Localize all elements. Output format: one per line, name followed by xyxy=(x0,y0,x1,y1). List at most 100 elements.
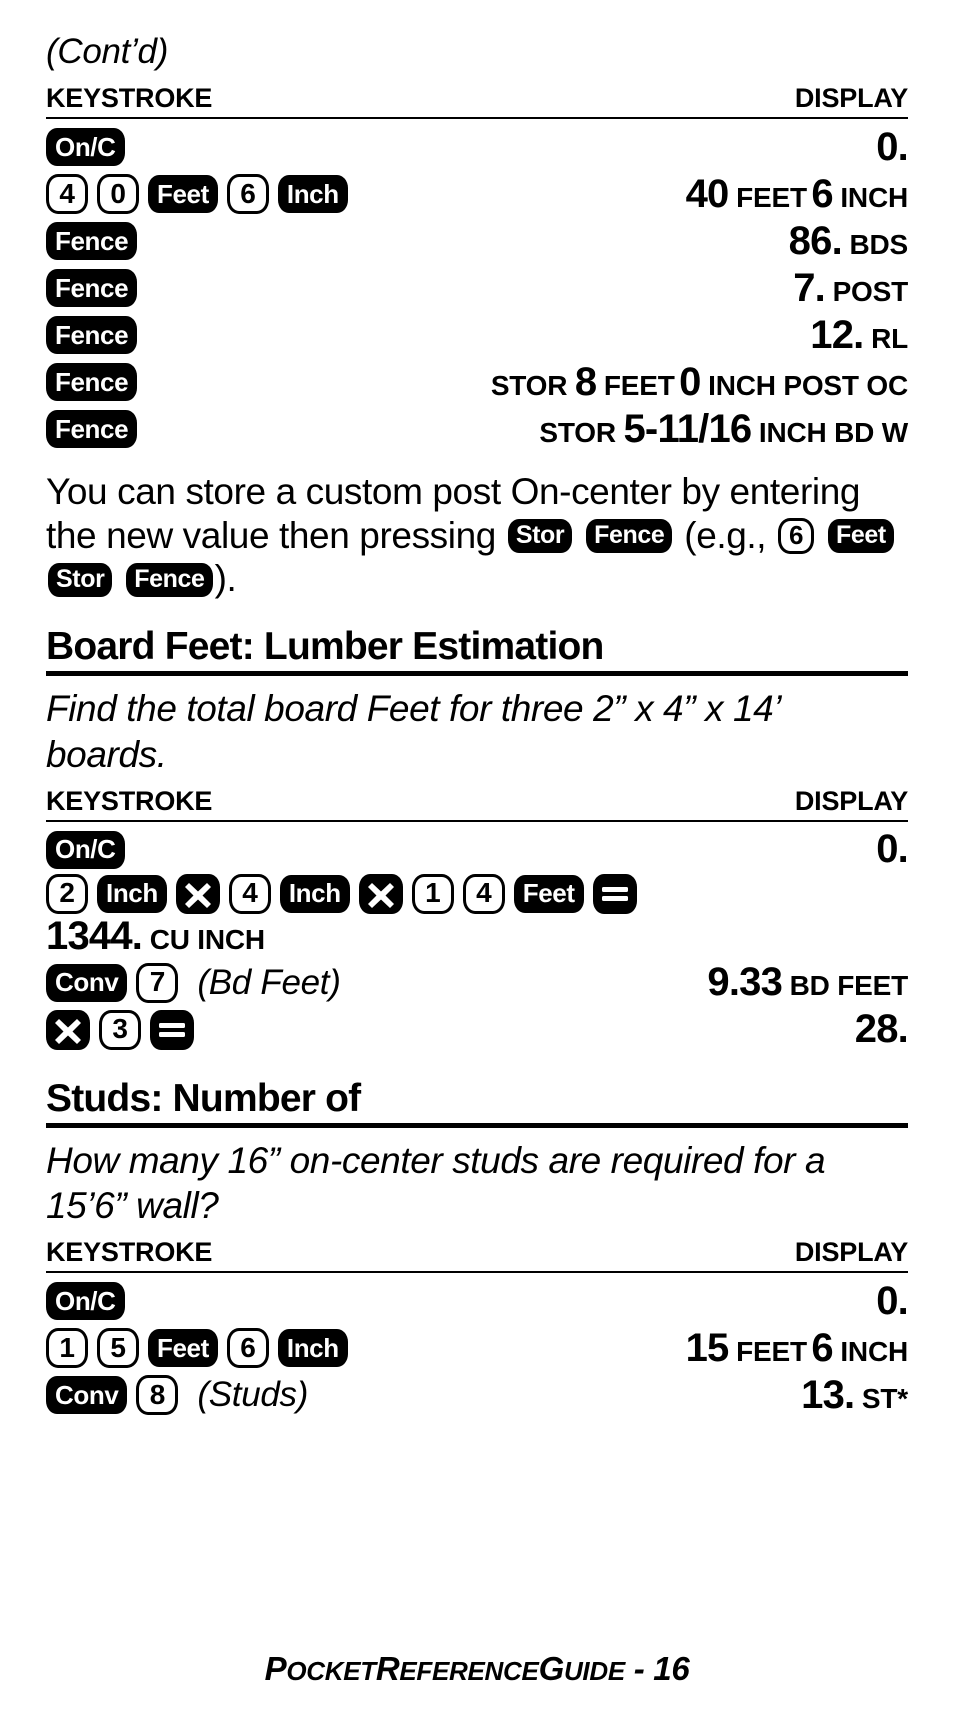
key-stor[interactable]: Stor xyxy=(48,562,113,597)
key-fence[interactable]: Fence xyxy=(126,562,213,597)
key-equals-icon[interactable] xyxy=(150,1009,194,1050)
key-2[interactable]: 2 xyxy=(46,873,88,914)
key-3[interactable]: 3 xyxy=(99,1009,141,1050)
keystroke-row: Fence 12. RL xyxy=(46,312,908,358)
display-value: STOR 8 FEET 0 INCH POST OC xyxy=(137,360,908,405)
key-fence[interactable]: Fence xyxy=(46,269,138,307)
key-fence[interactable]: Fence xyxy=(46,363,138,401)
footer-text-part: EFERENCE xyxy=(399,1656,539,1686)
display-number: 1344. xyxy=(46,913,143,958)
key-fence[interactable]: Fence xyxy=(46,316,138,354)
display-unit: CU INCH xyxy=(142,923,265,955)
reference-guide-page: (Cont’d) KEYSTROKE DISPLAY On/C 0. 4 0 Feet 6… xyxy=(0,0,954,1712)
display-prefix: STOR xyxy=(539,416,624,448)
footer-text-part: P xyxy=(264,1650,287,1687)
display-value: 13. ST* xyxy=(308,1373,908,1418)
table-header-rule xyxy=(46,1271,908,1274)
key-1[interactable]: 1 xyxy=(46,1328,88,1369)
table-header-rule xyxy=(46,819,908,822)
keystroke-row: Fence 86. BDS xyxy=(46,218,908,264)
key-inch[interactable]: Inch xyxy=(277,175,348,213)
table-header-fence: KEYSTROKE DISPLAY xyxy=(46,83,908,117)
keystroke-row: Fence 7. POST xyxy=(46,265,908,311)
display-value: 15 FEET 6 INCH xyxy=(348,1325,909,1371)
display-value: 0. xyxy=(125,125,909,170)
display-value: STOR 5-11/16 INCH BD W xyxy=(137,407,908,452)
key-conv[interactable]: Conv xyxy=(46,1376,128,1415)
key-8[interactable]: 8 xyxy=(136,1375,179,1416)
column-header-display: DISPLAY xyxy=(794,1237,908,1268)
key-multiply-icon[interactable] xyxy=(358,873,403,914)
display-number: 0 xyxy=(679,359,701,404)
keystroke-rows-board-feet: On/C 0. 2 Inch 4 Inch 1 4 Feet 1344. CU INCH Conv 7… xyxy=(46,827,909,1053)
key-inch[interactable]: Inch xyxy=(277,1329,348,1368)
display-value: 0. xyxy=(125,1279,909,1324)
keystroke-sequence: 2 Inch 4 Inch 1 4 Feet xyxy=(46,873,908,914)
footer-text-part: UIDE xyxy=(563,1656,625,1686)
section-rule-studs xyxy=(46,1122,908,1128)
column-header-keystroke: KEYSTROKE xyxy=(46,83,213,113)
key-7[interactable]: 7 xyxy=(136,962,179,1003)
key-1[interactable]: 1 xyxy=(411,873,454,914)
display-unit: FEET xyxy=(728,181,807,213)
keystroke-sequence: Fence xyxy=(46,316,138,354)
keystroke-sequence: 1 5 Feet 6 Inch xyxy=(46,1328,348,1369)
display-value: 7. POST xyxy=(137,266,908,311)
display-number: 40 xyxy=(685,171,730,216)
keystroke-rows-fence: On/C 0. 4 0 Feet 6 Inch 40 FEET 6 INCH Fence 86. … xyxy=(46,124,909,452)
display-unit: ST* xyxy=(854,1382,908,1414)
display-number: 86. xyxy=(788,218,843,263)
key-inch[interactable]: Inch xyxy=(279,874,350,913)
key-feet[interactable]: Feet xyxy=(513,874,584,913)
footer-text-part: G xyxy=(538,1650,565,1687)
key-4[interactable]: 4 xyxy=(228,873,271,914)
key-feet[interactable]: Feet xyxy=(827,518,894,553)
keystroke-row: Conv 7 (Bd Feet) 9.33 BD FEET xyxy=(46,960,908,1006)
continued-label: (Cont’d) xyxy=(46,32,169,71)
key-multiply-icon[interactable] xyxy=(175,873,220,914)
key-fence[interactable]: Fence xyxy=(586,518,673,553)
display-value: 86. BDS xyxy=(137,218,909,264)
key-0[interactable]: 0 xyxy=(97,174,139,214)
footer-text-part: R xyxy=(375,1650,400,1687)
display-value: 1344. CU INCH xyxy=(46,914,265,958)
key-6[interactable]: 6 xyxy=(778,517,815,554)
key-feet[interactable]: Feet xyxy=(148,1329,218,1368)
display-unit: INCH xyxy=(832,1335,908,1367)
display-prefix: STOR xyxy=(490,369,575,401)
keystroke-sequence: On/C xyxy=(46,1282,125,1321)
keystroke-row: 2 Inch 4 Inch 1 4 Feet 1344. CU INCH xyxy=(46,873,908,959)
key-equals-icon[interactable] xyxy=(592,873,637,914)
key-on-c[interactable]: On/C xyxy=(46,830,125,869)
key-4[interactable]: 4 xyxy=(46,174,88,214)
key-on-c[interactable]: On/C xyxy=(46,1282,125,1321)
key-stor[interactable]: Stor xyxy=(507,518,573,553)
display-unit: POST xyxy=(824,275,909,307)
key-feet[interactable]: Feet xyxy=(148,175,218,213)
keystroke-sequence: Conv 8 (Studs) xyxy=(46,1375,308,1416)
keystroke-row: Fence STOR 8 FEET 0 INCH POST OC xyxy=(46,359,908,405)
key-6[interactable]: 6 xyxy=(226,174,269,214)
key-multiply-icon[interactable] xyxy=(46,1009,90,1050)
key-inch[interactable]: Inch xyxy=(97,874,167,913)
keystroke-row: On/C 0. xyxy=(46,1278,909,1324)
key-6[interactable]: 6 xyxy=(226,1328,269,1369)
keystroke-sequence: Fence xyxy=(46,410,138,448)
footer-text-part: OCKET xyxy=(286,1656,376,1686)
keystroke-row: 4 0 Feet 6 Inch 40 FEET 6 INCH xyxy=(46,171,908,217)
column-header-keystroke: KEYSTROKE xyxy=(46,785,213,816)
display-number: 9.33 xyxy=(707,960,783,1005)
keystroke-annotation: (Bd Feet) xyxy=(197,962,341,1002)
keystroke-sequence: On/C xyxy=(46,128,125,166)
key-fence[interactable]: Fence xyxy=(46,222,138,260)
key-4[interactable]: 4 xyxy=(462,873,505,914)
display-value: 0. xyxy=(125,827,909,872)
key-5[interactable]: 5 xyxy=(97,1328,139,1369)
keystroke-sequence: 3 xyxy=(46,1009,194,1050)
display-number: 15 xyxy=(685,1325,730,1370)
key-fence[interactable]: Fence xyxy=(46,410,138,448)
key-on-c[interactable]: On/C xyxy=(46,128,125,166)
column-header-keystroke: KEYSTROKE xyxy=(46,1237,213,1268)
section-heading-board-feet: Board Feet: Lumber Estimation xyxy=(46,624,604,668)
key-conv[interactable]: Conv xyxy=(46,963,128,1002)
